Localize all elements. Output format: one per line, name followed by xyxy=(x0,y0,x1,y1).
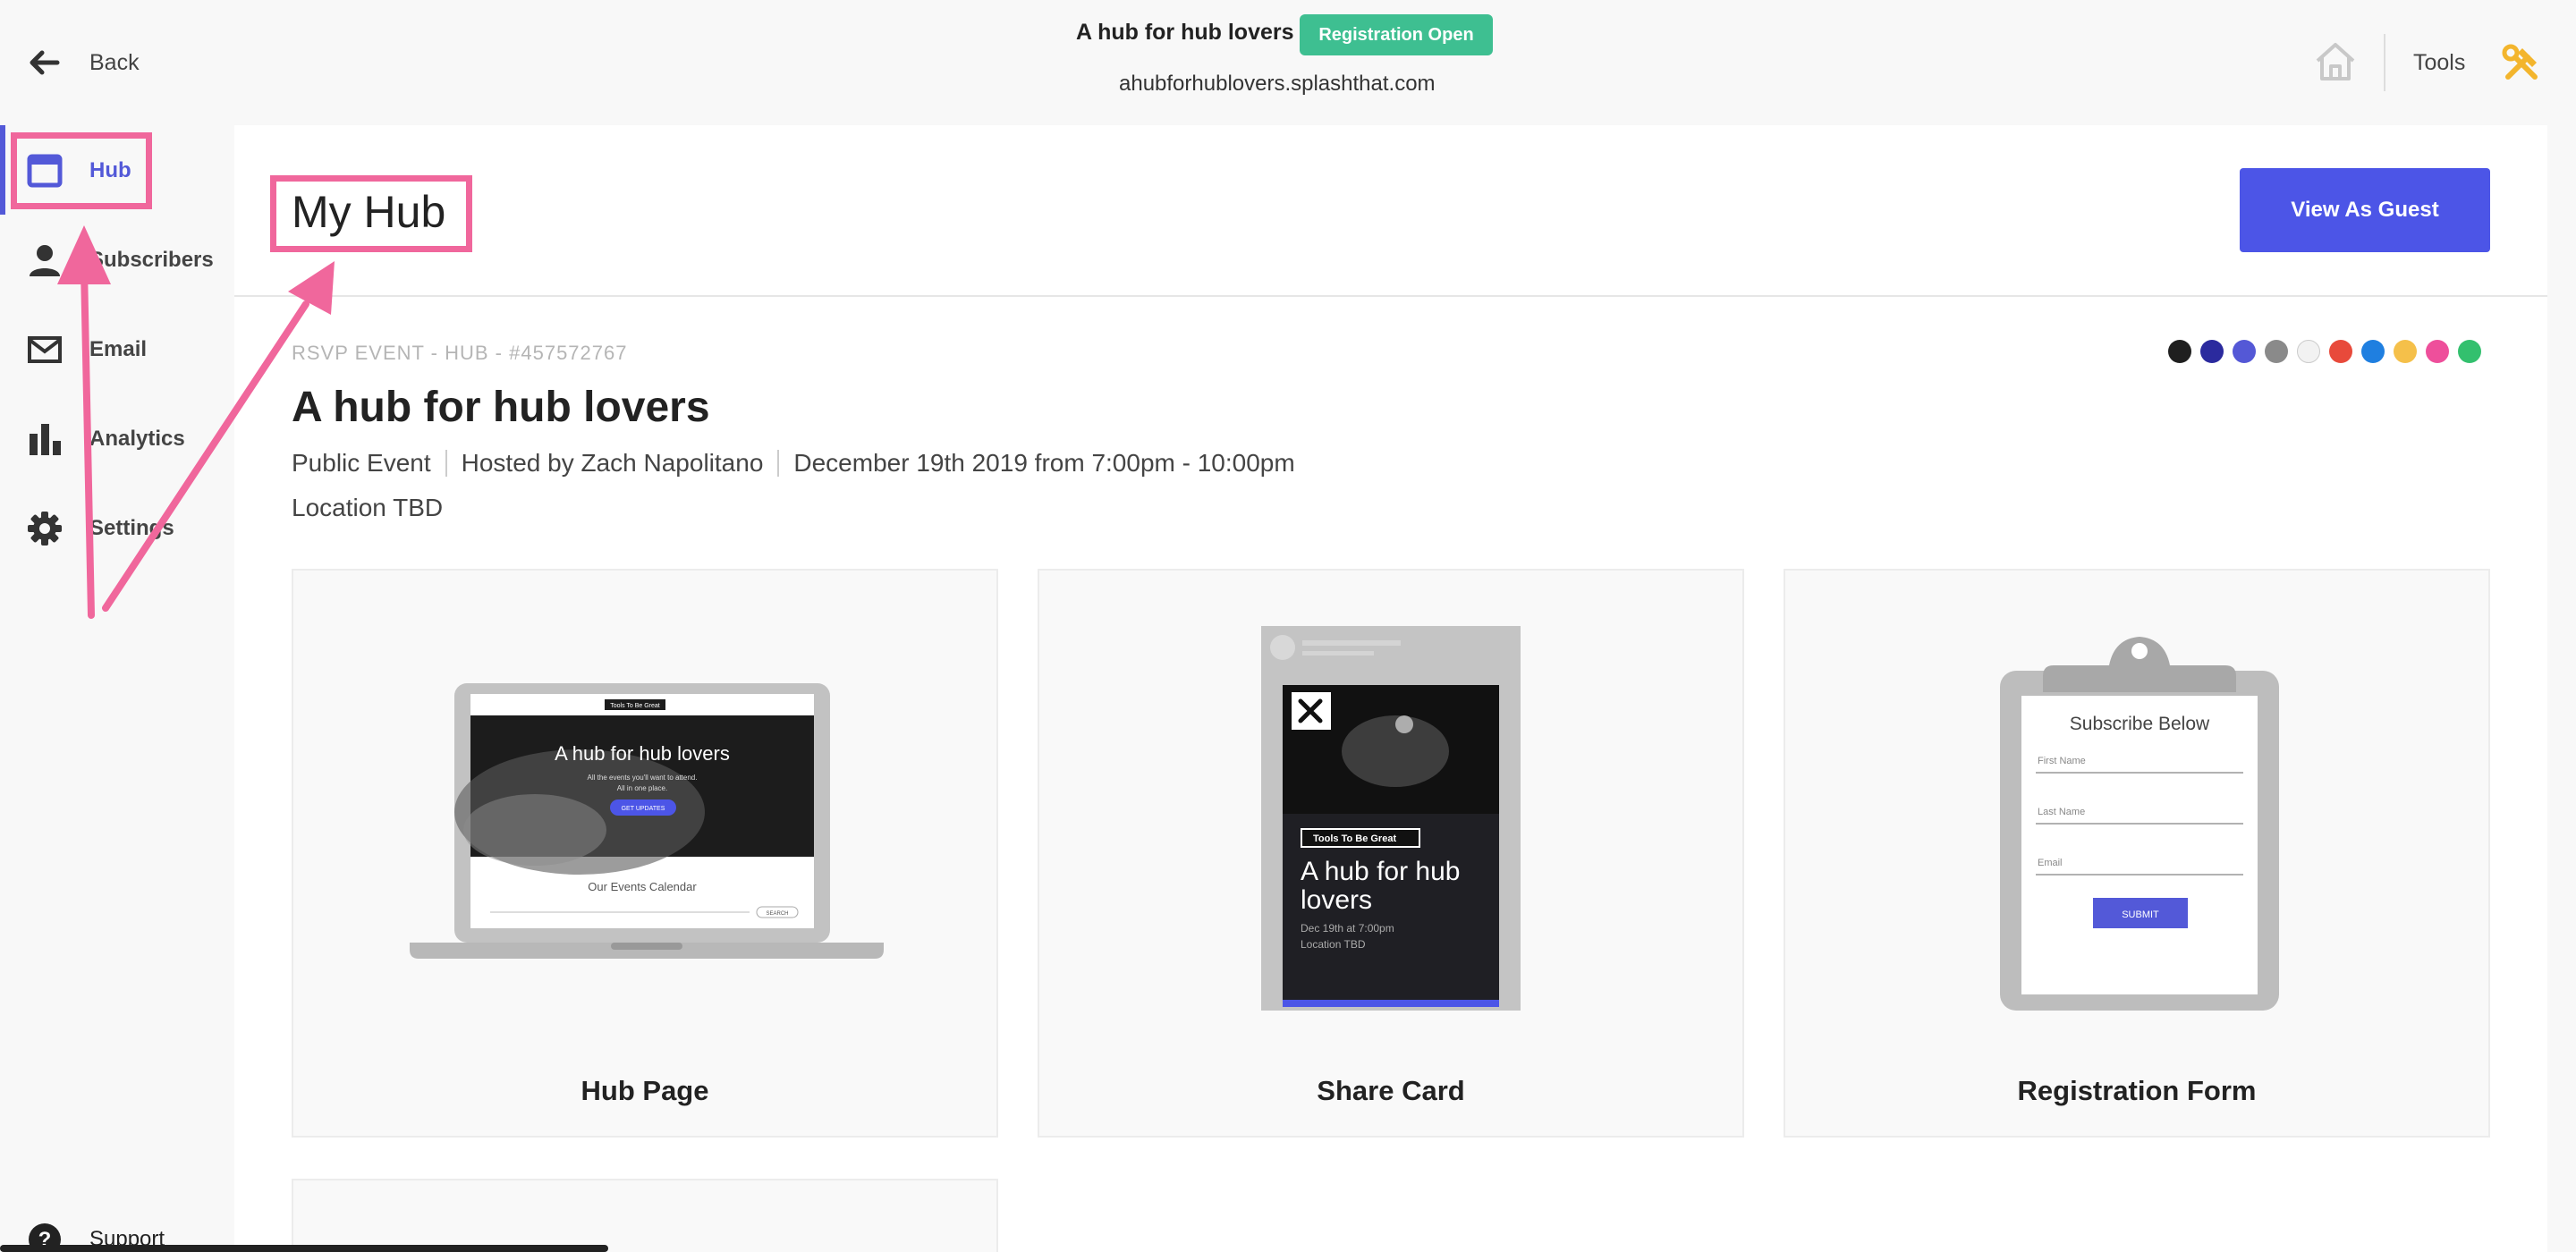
svg-text:Tools To Be Great: Tools To Be Great xyxy=(1313,833,1396,844)
bar-chart-icon xyxy=(27,421,63,457)
sidebar xyxy=(0,125,234,1252)
svg-text:Email: Email xyxy=(2038,858,2063,868)
svg-text:All the events you'll want to: All the events you'll want to attend. xyxy=(588,774,698,782)
back-button[interactable]: Back xyxy=(27,43,140,82)
event-meta: RSVP EVENT - HUB - #457572767 xyxy=(292,342,628,364)
bottom-scrollbar[interactable] xyxy=(0,1245,608,1252)
person-icon xyxy=(27,242,63,278)
event-name: A hub for hub lovers xyxy=(292,384,710,431)
svg-text:Dec 19th at 7:00pm: Dec 19th at 7:00pm xyxy=(1301,922,1394,935)
color-swatches xyxy=(2168,340,2481,363)
svg-text:A hub for hub: A hub for hub xyxy=(1301,857,1460,886)
card-caption: Registration Form xyxy=(2017,1075,2257,1106)
sidebar-item-label: Settings xyxy=(89,516,174,540)
color-swatch-0[interactable] xyxy=(2168,340,2191,363)
share-card-card[interactable]: Tools To Be Great A hub for hub lovers D… xyxy=(1038,569,1744,1138)
svg-text:A hub for hub lovers: A hub for hub lovers xyxy=(555,742,730,765)
color-swatch-2[interactable] xyxy=(2233,340,2256,363)
color-swatch-8[interactable] xyxy=(2426,340,2449,363)
svg-text:Our Events Calendar: Our Events Calendar xyxy=(588,880,697,893)
envelope-icon xyxy=(27,332,63,368)
separator xyxy=(777,450,780,477)
sidebar-item-subscribers[interactable]: Subscribers xyxy=(0,233,234,287)
color-swatch-7[interactable] xyxy=(2394,340,2417,363)
card-caption: Hub Page xyxy=(580,1075,709,1106)
additional-card[interactable] xyxy=(292,1179,998,1252)
svg-text:Location TBD: Location TBD xyxy=(1301,938,1366,951)
sidebar-item-label: Analytics xyxy=(89,427,185,451)
svg-text:Subscribe Below: Subscribe Below xyxy=(2070,714,2210,734)
highlight-box-page-title xyxy=(270,175,472,252)
separator xyxy=(445,450,447,477)
svg-text:SUBMIT: SUBMIT xyxy=(2122,909,2159,920)
home-icon[interactable] xyxy=(2314,41,2357,82)
tools-label[interactable]: Tools xyxy=(2413,50,2465,76)
top-bar xyxy=(0,0,2576,125)
sidebar-item-analytics[interactable]: Analytics xyxy=(0,412,234,466)
gear-icon xyxy=(27,511,63,546)
registration-status-badge: Registration Open xyxy=(1300,14,1493,55)
header-divider xyxy=(2384,34,2385,91)
header-event-title: A hub for hub lovers xyxy=(1076,20,1294,45)
svg-text:Last Name: Last Name xyxy=(2038,807,2085,817)
sidebar-item-label: Email xyxy=(89,337,148,361)
back-label: Back xyxy=(89,49,140,75)
hub-page-card[interactable]: Tools To Be Great A hub for hub lovers A… xyxy=(292,569,998,1138)
event-visibility: Public Event xyxy=(292,449,431,477)
hammer-wrench-icon[interactable] xyxy=(2501,43,2542,84)
svg-text:SEARCH: SEARCH xyxy=(766,911,788,917)
svg-text:GET UPDATES: GET UPDATES xyxy=(622,806,665,812)
svg-text:All in one place.: All in one place. xyxy=(617,784,667,792)
color-swatch-4[interactable] xyxy=(2297,340,2320,363)
event-date: December 19th 2019 from 7:00pm - 10:00pm xyxy=(793,449,1295,477)
card-caption: Share Card xyxy=(1317,1075,1465,1106)
color-swatch-5[interactable] xyxy=(2329,340,2352,363)
laptop-illustration: Tools To Be Great A hub for hub lovers A… xyxy=(410,683,884,959)
registration-form-card[interactable]: Subscribe Below First Name Last Name Ema… xyxy=(1784,569,2490,1138)
highlight-box-hub xyxy=(11,132,152,209)
event-host: Hosted by Zach Napolitano xyxy=(461,449,764,477)
svg-text:First Name: First Name xyxy=(2038,756,2086,766)
event-details: Public Event Hosted by Zach Napolitano D… xyxy=(292,449,1295,478)
clipboard-illustration: Subscribe Below First Name Last Name Ema… xyxy=(2000,637,2279,1011)
header-divider xyxy=(234,295,2547,297)
arrow-left-icon xyxy=(30,50,60,75)
view-as-guest-button[interactable]: View As Guest xyxy=(2240,168,2490,252)
sidebar-item-settings[interactable]: Settings xyxy=(0,502,234,555)
sidebar-item-label: Subscribers xyxy=(89,248,214,272)
color-swatch-3[interactable] xyxy=(2265,340,2288,363)
svg-text:Tools To Be Great: Tools To Be Great xyxy=(610,703,660,709)
share-card-illustration: Tools To Be Great A hub for hub lovers D… xyxy=(1261,626,1521,1011)
svg-text:lovers: lovers xyxy=(1301,885,1372,915)
color-swatch-6[interactable] xyxy=(2361,340,2385,363)
color-swatch-9[interactable] xyxy=(2458,340,2481,363)
event-url[interactable]: ahubforhublovers.splashthat.com xyxy=(1119,72,1436,97)
color-swatch-1[interactable] xyxy=(2200,340,2224,363)
sidebar-item-email[interactable]: Email xyxy=(0,323,234,376)
event-location: Location TBD xyxy=(292,494,444,521)
